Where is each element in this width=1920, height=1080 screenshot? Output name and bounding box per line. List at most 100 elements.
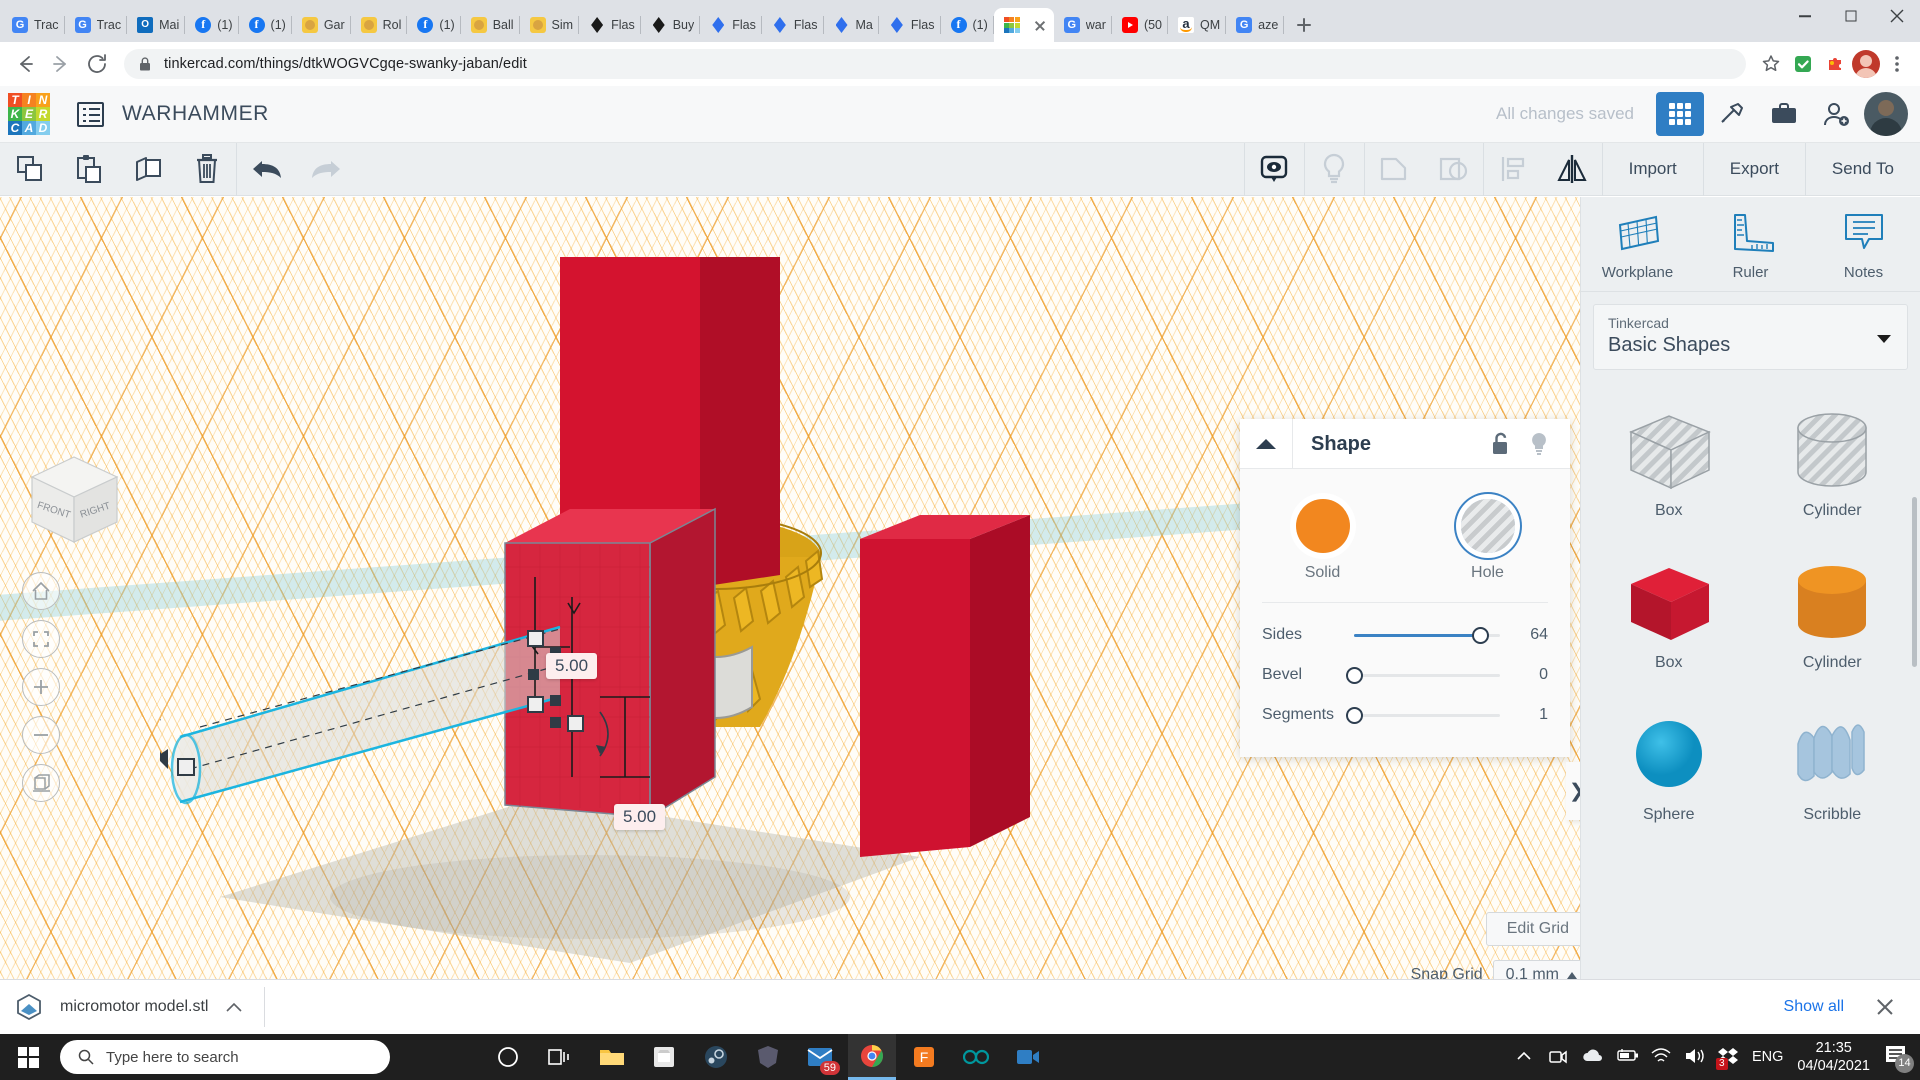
sidebar-tool-workplane[interactable]: Workplane bbox=[1581, 211, 1694, 281]
back-arrow-icon[interactable] bbox=[8, 47, 42, 81]
delete-trash-icon[interactable] bbox=[177, 143, 236, 196]
browser-tab[interactable]: Flas bbox=[762, 8, 824, 42]
show-hidden-icons-icon[interactable] bbox=[1514, 1047, 1534, 1067]
flash-app-icon[interactable]: F bbox=[900, 1034, 948, 1080]
orthographic-view-icon[interactable] bbox=[22, 764, 60, 802]
screen-record-icon[interactable] bbox=[1548, 1047, 1568, 1067]
export-button[interactable]: Export bbox=[1704, 143, 1805, 196]
browser-tab[interactable]: Flas bbox=[579, 8, 641, 42]
avatar[interactable] bbox=[1864, 92, 1908, 136]
solid-option[interactable]: Solid bbox=[1240, 491, 1405, 602]
wifi-icon[interactable] bbox=[1650, 1047, 1670, 1067]
copy-icon[interactable] bbox=[0, 143, 59, 196]
zoom-in-icon[interactable] bbox=[22, 668, 60, 706]
group-icon[interactable] bbox=[1365, 143, 1424, 196]
unlock-icon[interactable] bbox=[1482, 419, 1520, 469]
caret-up-icon[interactable] bbox=[226, 1002, 242, 1012]
slider-track-bevel[interactable] bbox=[1354, 674, 1500, 677]
chrome-icon[interactable] bbox=[848, 1034, 896, 1080]
browser-tab-active[interactable] bbox=[994, 8, 1054, 42]
window-minimize-button[interactable] bbox=[1782, 0, 1828, 32]
slider-track-segments[interactable] bbox=[1354, 714, 1500, 717]
lightbulb-hint-icon[interactable] bbox=[1305, 143, 1364, 196]
browser-tab[interactable]: Ball bbox=[461, 8, 520, 42]
close-icon[interactable] bbox=[1874, 996, 1896, 1018]
hole-swatch[interactable] bbox=[1461, 499, 1515, 553]
send-to-button[interactable]: Send To bbox=[1806, 143, 1920, 196]
shape-item-box-hole[interactable]: Box bbox=[1587, 392, 1751, 544]
cortana-circle-icon[interactable] bbox=[484, 1034, 532, 1080]
volume-icon[interactable] bbox=[1684, 1047, 1704, 1067]
windows-start-icon[interactable] bbox=[0, 1034, 56, 1080]
browser-tab[interactable]: (1) bbox=[941, 8, 994, 42]
window-close-button[interactable] bbox=[1874, 0, 1920, 32]
redo-icon[interactable] bbox=[296, 143, 355, 196]
new-tab-button[interactable] bbox=[1290, 11, 1318, 39]
home-view-icon[interactable] bbox=[22, 572, 60, 610]
codeblocks-hammer-icon[interactable] bbox=[1708, 92, 1756, 136]
add-person-icon[interactable] bbox=[1812, 92, 1860, 136]
dimension-label-width[interactable]: 5.00 bbox=[614, 804, 665, 830]
zoom-out-icon[interactable] bbox=[22, 716, 60, 754]
lightbulb-icon[interactable] bbox=[1520, 419, 1558, 469]
slider-knob-sides[interactable] bbox=[1472, 627, 1489, 644]
sidebar-tool-notes[interactable]: Notes bbox=[1807, 211, 1920, 281]
shape-library-select[interactable]: Tinkercad Basic Shapes bbox=[1593, 304, 1908, 370]
tab-close-button[interactable] bbox=[1032, 17, 1048, 33]
three-dot-menu-icon[interactable] bbox=[1882, 49, 1912, 79]
verified-check-icon[interactable] bbox=[1788, 49, 1818, 79]
show-hide-eye-icon[interactable] bbox=[1245, 143, 1304, 196]
forward-arrow-icon[interactable] bbox=[44, 47, 78, 81]
view-cube[interactable]: FRONT RIGHT bbox=[22, 447, 127, 557]
onedrive-icon[interactable] bbox=[1582, 1047, 1602, 1067]
arduino-icon[interactable] bbox=[952, 1034, 1000, 1080]
window-maximize-button[interactable] bbox=[1828, 0, 1874, 32]
shape-item-cyl-hole[interactable]: Cylinder bbox=[1751, 392, 1915, 544]
3d-model-warhammer[interactable] bbox=[160, 257, 1180, 977]
extension-icon[interactable] bbox=[1820, 49, 1850, 79]
grid-view-icon[interactable] bbox=[1656, 92, 1704, 136]
browser-tab[interactable]: aze bbox=[1226, 8, 1284, 42]
browser-tab[interactable]: Trac bbox=[65, 8, 128, 42]
browser-tab[interactable]: (50 bbox=[1112, 8, 1168, 42]
shape-item-box-red[interactable]: Box bbox=[1587, 544, 1751, 696]
camera-video-icon[interactable] bbox=[1004, 1034, 1052, 1080]
task-view-icon[interactable] bbox=[536, 1034, 584, 1080]
profile-avatar[interactable] bbox=[1852, 50, 1880, 78]
action-center-icon[interactable]: 14 bbox=[1884, 1044, 1910, 1070]
browser-tab[interactable]: QM bbox=[1168, 8, 1226, 42]
browser-tab[interactable]: Sim bbox=[520, 8, 580, 42]
fit-to-view-icon[interactable] bbox=[22, 620, 60, 658]
browser-tab[interactable]: Trac bbox=[2, 8, 65, 42]
sidebar-tool-ruler[interactable]: Ruler bbox=[1694, 211, 1807, 281]
mirror-flip-icon[interactable] bbox=[1543, 143, 1602, 196]
shape-item-scribble[interactable]: Scribble bbox=[1751, 696, 1915, 848]
collapse-caret-icon[interactable] bbox=[1240, 437, 1292, 451]
browser-tab[interactable]: (1) bbox=[185, 8, 238, 42]
mail-icon[interactable]: 59 bbox=[796, 1034, 844, 1080]
browser-tab[interactable]: Flas bbox=[700, 8, 762, 42]
battery-icon[interactable] bbox=[1616, 1047, 1636, 1067]
tinkercad-logo[interactable]: TINKERCAD bbox=[8, 93, 50, 135]
slider-track-sides[interactable] bbox=[1354, 634, 1500, 637]
reload-icon[interactable] bbox=[80, 47, 114, 81]
align-icon[interactable] bbox=[1484, 143, 1543, 196]
sidebar-scrollbar[interactable] bbox=[1912, 497, 1917, 667]
steam-icon[interactable] bbox=[692, 1034, 740, 1080]
solid-swatch[interactable] bbox=[1296, 499, 1350, 553]
browser-tab[interactable]: Mai bbox=[127, 8, 185, 42]
import-button[interactable]: Import bbox=[1603, 143, 1703, 196]
shape-item-sphere[interactable]: Sphere bbox=[1587, 696, 1751, 848]
browser-tab[interactable]: war bbox=[1054, 8, 1112, 42]
duplicate-icon[interactable] bbox=[118, 143, 177, 196]
browser-tab[interactable]: Gar bbox=[292, 8, 351, 42]
brave-icon[interactable] bbox=[744, 1034, 792, 1080]
edit-grid-button[interactable]: Edit Grid bbox=[1486, 912, 1590, 946]
gallery-icon[interactable] bbox=[1760, 92, 1808, 136]
browser-tab[interactable]: (1) bbox=[407, 8, 460, 42]
browser-tab[interactable]: Flas bbox=[879, 8, 941, 42]
clock[interactable]: 21:35 04/04/2021 bbox=[1797, 1039, 1870, 1075]
undo-icon[interactable] bbox=[237, 143, 296, 196]
paste-icon[interactable] bbox=[59, 143, 118, 196]
chevron-down-icon[interactable] bbox=[1877, 335, 1891, 343]
